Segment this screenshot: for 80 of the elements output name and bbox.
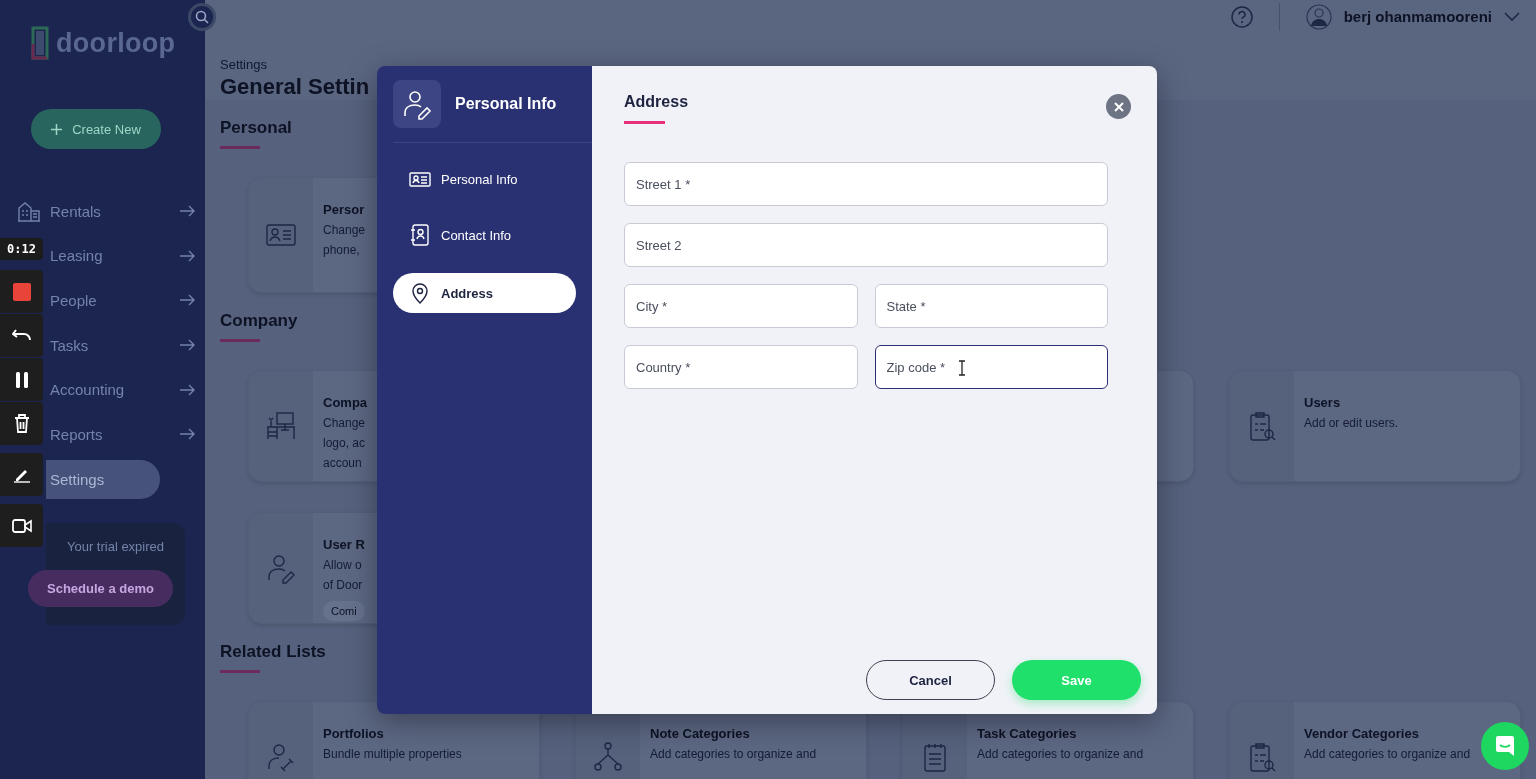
card-title: User R (323, 536, 365, 554)
undo-button[interactable] (0, 314, 43, 357)
nav-item[interactable]: People (46, 278, 195, 323)
card-description: Change (323, 222, 366, 239)
card-description: logo, ac (323, 435, 366, 452)
card-title: Compa (323, 394, 368, 412)
card-title: Persor (323, 201, 365, 219)
nav-item[interactable]: Settings (46, 459, 160, 499)
desk-icon (265, 410, 297, 442)
dialog-title: Personal Info (455, 95, 557, 113)
stop-button[interactable] (0, 270, 43, 313)
nav-item[interactable]: Leasing (46, 233, 195, 279)
trash-icon (13, 414, 30, 433)
card-title: Vendor Categories (1304, 725, 1419, 743)
section-heading: Personal (220, 118, 293, 138)
status-badge: Comi (323, 601, 365, 621)
card-description: Bundle multiple properties (323, 746, 462, 763)
trial-text: Your trial expired (66, 538, 165, 554)
nav-item[interactable]: Accounting (46, 367, 195, 412)
person-edit-icon (265, 552, 297, 584)
pause-button[interactable] (0, 358, 43, 401)
card-description: phone, (323, 242, 360, 259)
section-heading: Related Lists (220, 642, 327, 662)
search-icon (195, 10, 209, 24)
card-title: Portfolios (323, 725, 384, 743)
arrow-right-icon (179, 249, 195, 262)
card-description: Add categories to organize and (1304, 746, 1471, 763)
card-description: Add categories to organize and (650, 746, 817, 763)
arrow-right-icon (179, 294, 195, 307)
form-heading: Address (624, 92, 689, 112)
settings-card[interactable]: Users Add or edit users. (1229, 370, 1521, 482)
settings-card[interactable]: Vendor Categories Add categories to organize and (1229, 701, 1521, 779)
nav-item[interactable]: Reports (46, 411, 195, 457)
arrow-right-icon (179, 383, 195, 396)
building-icon (17, 200, 41, 222)
logo-text: doorloop (56, 27, 176, 59)
pause-icon (14, 371, 29, 388)
person-edit-icon (393, 80, 441, 128)
settings-card[interactable]: Portfolios Bundle multiple properties (248, 701, 540, 779)
hierarchy-icon (592, 741, 624, 773)
arrow-right-icon (179, 205, 195, 218)
card-description: Add categories to organize and (977, 746, 1144, 763)
card-description: Add or edit users. (1304, 415, 1399, 432)
arrow-right-icon (179, 428, 195, 441)
plus-icon (51, 123, 63, 135)
card-description: Change (323, 415, 366, 432)
arrow-right-icon (179, 339, 195, 352)
card-title: Users (1304, 394, 1341, 412)
help-icon[interactable] (1230, 5, 1253, 28)
section-heading: Company (220, 311, 299, 331)
avatar-icon[interactable] (1305, 3, 1332, 30)
camera-button[interactable] (0, 504, 43, 547)
dialog-nav-item[interactable]: Contact Info (393, 215, 576, 255)
create-new-button[interactable]: Create New (31, 109, 161, 149)
schedule-demo-button[interactable]: Schedule a demo (28, 569, 173, 607)
location-pin-icon (409, 282, 431, 304)
dialog-nav-item[interactable]: Address (393, 273, 576, 313)
page-title: General Settin (220, 74, 371, 100)
recording-timer: 0:12 (0, 238, 43, 260)
door-logo-icon (30, 26, 50, 60)
card-description: of Door (323, 577, 363, 594)
chevron-down-icon[interactable] (1504, 11, 1520, 22)
nav-item[interactable]: Rentals (46, 189, 195, 234)
nav-item[interactable]: Tasks (46, 322, 195, 368)
dialog-nav-item[interactable]: Personal Info (393, 159, 576, 199)
close-icon (1113, 101, 1124, 112)
card-title: Task Categories (977, 725, 1077, 743)
user-name[interactable]: berj ohanmamooreni (1343, 8, 1492, 25)
close-button[interactable] (1106, 94, 1131, 119)
stop-icon (12, 282, 31, 301)
card-description: Allow o (323, 557, 362, 574)
chat-icon (1493, 734, 1517, 758)
delete-button[interactable] (0, 402, 43, 445)
contact-book-icon (409, 224, 431, 246)
text-cursor-icon (957, 360, 966, 376)
input-field[interactable]: Zip code * (874, 345, 1108, 389)
card-description: accoun (323, 455, 362, 472)
draw-button[interactable] (0, 453, 43, 496)
video-camera-icon (11, 518, 32, 533)
card-title: Note Categories (650, 725, 750, 743)
